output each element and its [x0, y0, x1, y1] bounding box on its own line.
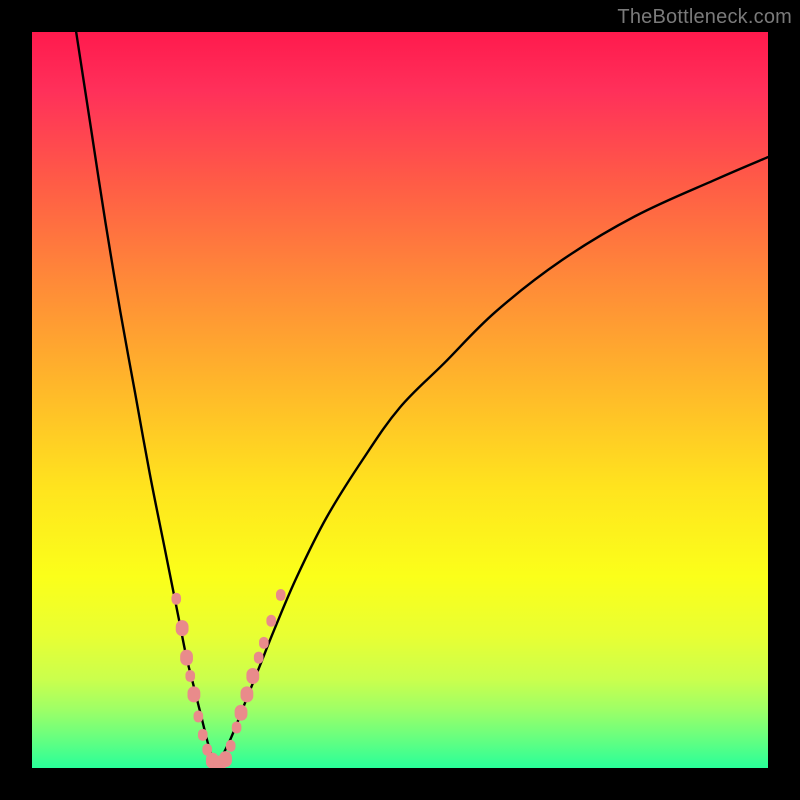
curves-layer: [32, 32, 768, 768]
curve-left-branch: [76, 32, 216, 768]
marker-dot: [235, 705, 248, 721]
marker-dot: [259, 637, 269, 649]
marker-dot: [176, 620, 189, 636]
marker-dot: [254, 652, 264, 664]
marker-dot: [188, 686, 201, 702]
marker-dot: [276, 589, 286, 601]
marker-dot: [232, 722, 242, 734]
marker-dot: [180, 650, 193, 666]
chart-frame: TheBottleneck.com: [0, 0, 800, 800]
curve-right-branch: [216, 157, 768, 768]
marker-dot: [171, 593, 181, 605]
marker-dot: [194, 710, 204, 722]
watermark-text: TheBottleneck.com: [617, 6, 792, 29]
marker-dot: [241, 686, 254, 702]
marker-dot: [266, 615, 276, 627]
marker-dots: [171, 589, 285, 768]
marker-dot: [219, 751, 232, 767]
marker-dot: [198, 729, 208, 741]
marker-dot: [246, 668, 259, 684]
plot-area: [32, 32, 768, 768]
marker-dot: [185, 670, 195, 682]
bottleneck-curve: [76, 32, 768, 768]
marker-dot: [226, 740, 236, 752]
